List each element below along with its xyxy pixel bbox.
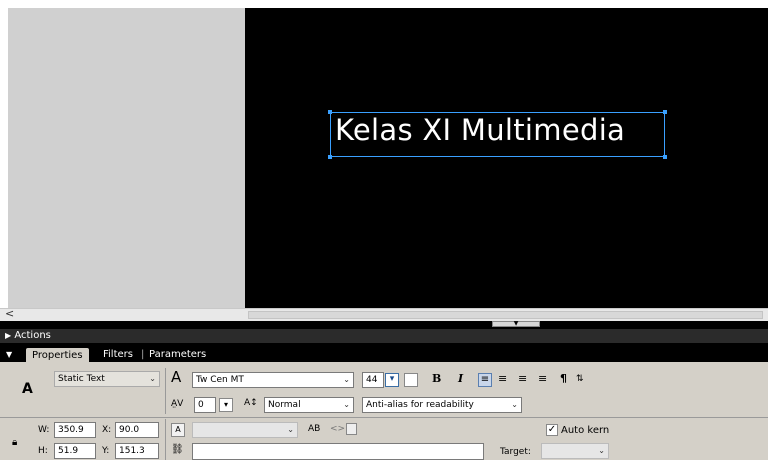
- tab-separator: |: [141, 349, 145, 360]
- section-divider: [165, 368, 166, 414]
- text-format-icon[interactable]: A: [171, 423, 185, 437]
- lock-icon[interactable]: 🔒︎: [12, 437, 17, 448]
- letter-spacing-dropdown[interactable]: ▾: [219, 398, 233, 412]
- actions-panel-header[interactable]: ▶ Actions: [0, 329, 768, 343]
- link-icon: ⛓︎: [171, 444, 184, 455]
- font-icon: A: [171, 368, 182, 386]
- tab-filters[interactable]: Filters: [103, 347, 133, 362]
- letter-spacing-value: 0: [198, 400, 204, 410]
- y-value: 151.3: [119, 446, 145, 456]
- text-orientation-icon[interactable]: ⇅: [576, 372, 584, 386]
- text-type-value: Static Text: [58, 374, 105, 384]
- paragraph-format-button[interactable]: ¶: [560, 372, 567, 386]
- html-render-icon[interactable]: <>: [330, 422, 345, 436]
- expand-arrow-icon: ▶: [5, 331, 12, 340]
- text-type-select[interactable]: Static Text ⌄: [54, 371, 160, 387]
- letter-spacing-icon: A̤V: [171, 399, 184, 409]
- justify-icon[interactable]: ≡: [538, 372, 547, 386]
- selectable-text-icon[interactable]: AB: [308, 422, 320, 436]
- italic-button[interactable]: I: [458, 372, 463, 386]
- anti-alias-value: Anti-alias for readability: [366, 400, 474, 410]
- panel-collapse-grip[interactable]: ▼: [492, 321, 540, 327]
- height-field[interactable]: 51.9: [54, 443, 96, 459]
- chevron-down-icon: ⌄: [287, 425, 294, 434]
- section-divider: [165, 419, 166, 460]
- selection-handle-bl[interactable]: [328, 155, 332, 159]
- x-label: X:: [102, 425, 112, 435]
- width-value: 350.9: [58, 425, 84, 435]
- text-tool-icon: A: [22, 381, 33, 397]
- text-color-swatch[interactable]: [404, 373, 418, 387]
- width-field[interactable]: 350.9: [54, 422, 96, 438]
- collapse-arrow-icon[interactable]: ▼: [6, 347, 12, 362]
- chevron-down-icon: ⌄: [598, 446, 605, 455]
- char-position-value: Normal: [268, 400, 301, 410]
- tab-properties[interactable]: Properties: [26, 348, 89, 363]
- letter-spacing-field[interactable]: 0: [194, 397, 216, 413]
- selection-handle-tr[interactable]: [663, 110, 667, 114]
- height-value: 51.9: [58, 446, 79, 456]
- align-left-button[interactable]: ≡: [478, 373, 492, 387]
- chevron-down-icon: ⌄: [343, 400, 350, 409]
- stage[interactable]: [245, 8, 768, 308]
- selection-handle-tl[interactable]: [328, 110, 332, 114]
- border-toggle-icon[interactable]: [346, 423, 357, 435]
- offstage-area: [8, 8, 245, 308]
- target-select[interactable]: ⌄: [541, 443, 609, 459]
- x-value: 90.0: [119, 425, 140, 435]
- y-label: Y:: [102, 446, 110, 456]
- scroll-left-arrow[interactable]: <: [5, 307, 14, 320]
- chevron-down-icon: ⌄: [149, 374, 156, 383]
- chevron-down-icon: ⌄: [511, 400, 518, 409]
- align-center-icon[interactable]: ≡: [498, 372, 507, 386]
- font-size-field[interactable]: 44: [362, 372, 384, 388]
- url-input[interactable]: [192, 443, 484, 460]
- chevron-down-icon: ⌄: [343, 375, 350, 384]
- height-label: H:: [38, 446, 48, 456]
- y-field[interactable]: 151.3: [115, 443, 159, 459]
- selection-handle-br[interactable]: [663, 155, 667, 159]
- x-field[interactable]: 90.0: [115, 422, 159, 438]
- actions-panel-label: Actions: [14, 330, 51, 341]
- properties-tab-bar: ▼ Properties Filters | Parameters: [0, 343, 768, 363]
- font-size-dropdown[interactable]: ▾: [385, 373, 399, 387]
- stage-text[interactable]: Kelas XI Multimedia: [335, 113, 625, 147]
- tab-parameters[interactable]: Parameters: [149, 347, 206, 362]
- width-label: W:: [38, 425, 50, 435]
- char-position-select[interactable]: Normal ⌄: [264, 397, 354, 413]
- auto-kern-label: Auto kern: [561, 425, 610, 436]
- font-family-value: Tw Cen MT: [196, 375, 244, 385]
- char-position-icon: A↕: [244, 398, 258, 408]
- font-size-value: 44: [366, 375, 378, 385]
- auto-kern-checkbox[interactable]: ✓: [546, 424, 558, 436]
- align-right-icon[interactable]: ≡: [518, 372, 527, 386]
- panel-divider[interactable]: [0, 321, 768, 329]
- anti-alias-select[interactable]: Anti-alias for readability ⌄: [362, 397, 522, 413]
- target-label: Target:: [500, 447, 531, 457]
- scrollbar-thumb[interactable]: [248, 311, 763, 319]
- font-family-select[interactable]: Tw Cen MT ⌄: [192, 372, 354, 388]
- embed-select[interactable]: ⌄: [192, 422, 298, 438]
- row-divider: [0, 417, 768, 418]
- bold-button[interactable]: B: [432, 372, 441, 386]
